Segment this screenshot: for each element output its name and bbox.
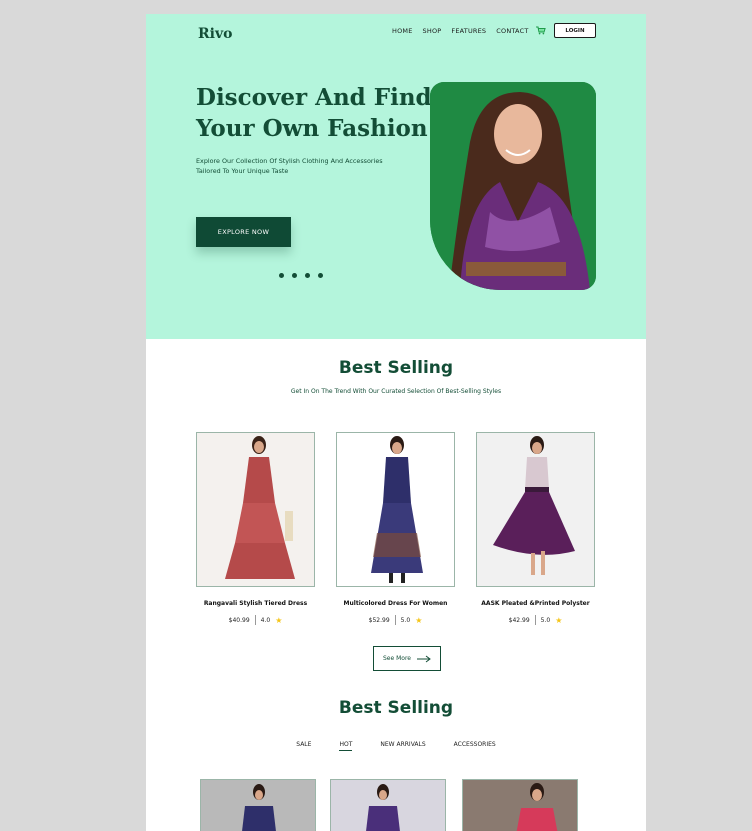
best-selling-title-2: Best Selling — [338, 698, 454, 718]
product-image[interactable] — [330, 779, 446, 831]
product-price: $52.99 — [368, 616, 390, 624]
product-name[interactable]: Multicolored Dress For Women — [336, 600, 455, 607]
nav-shop[interactable]: SHOP — [423, 27, 442, 35]
cart-icon[interactable] — [535, 25, 546, 35]
product-rating: 5.0 — [540, 616, 551, 624]
product-rating: 5.0 — [400, 616, 411, 624]
carousel-dot-3[interactable] — [305, 273, 310, 278]
product-card[interactable]: Multicolored Dress For Women $52.99 5.0 … — [336, 432, 455, 625]
see-more-button[interactable]: See More — [373, 646, 441, 671]
best-selling-title: Best Selling — [338, 358, 454, 378]
carousel-dot-4[interactable] — [318, 273, 323, 278]
tab-new-arrivals[interactable]: NEW ARRIVALS — [380, 741, 425, 751]
product-meta: $42.99 5.0 ★ — [476, 615, 595, 625]
star-icon: ★ — [555, 615, 563, 625]
nav-contact[interactable]: CONTACT — [496, 27, 528, 35]
hero-subtitle-line-1: Explore Our Collection Of Stylish Clothi… — [196, 157, 383, 165]
tab-sale[interactable]: SALE — [296, 741, 311, 751]
hero-subtitle-line-2: Tailored To Your Unique Taste — [196, 167, 289, 175]
hero-model-image — [430, 82, 596, 290]
hero-title-line-1: Discover And Find — [196, 84, 432, 111]
tab-accessories[interactable]: ACCESSORIES — [454, 741, 496, 751]
product-meta: $52.99 5.0 ★ — [336, 615, 455, 625]
carousel-dots — [279, 273, 323, 278]
landing-page: Rivo HOME SHOP FEATURES CONTACT LOGIN Di… — [146, 14, 646, 831]
product-image[interactable] — [476, 432, 595, 587]
arrow-right-icon — [416, 655, 431, 662]
logo[interactable]: Rivo — [198, 26, 232, 42]
product-price: $40.99 — [228, 616, 250, 624]
product-meta: $40.99 4.0 ★ — [196, 615, 315, 625]
product-name[interactable]: AASK Pleated &Printed Polyster — [476, 600, 595, 607]
hero-subtitle: Explore Our Collection Of Stylish Clothi… — [196, 156, 426, 176]
see-more-label: See More — [383, 655, 411, 662]
tab-hot[interactable]: HOT — [339, 741, 353, 751]
hero-section: Rivo HOME SHOP FEATURES CONTACT LOGIN Di… — [146, 14, 646, 339]
hero-title: Discover And Find Your Own Fashion — [196, 82, 436, 144]
nav-features[interactable]: FEATURES — [451, 27, 486, 35]
product-image[interactable] — [462, 779, 578, 831]
product-card[interactable]: AASK Pleated &Printed Polyster $42.99 5.… — [476, 432, 595, 625]
explore-now-button[interactable]: EXPLORE NOW — [196, 217, 291, 247]
nav-home[interactable]: HOME — [392, 27, 413, 35]
star-icon: ★ — [415, 615, 423, 625]
product-image[interactable] — [196, 432, 315, 587]
product-image[interactable] — [200, 779, 316, 831]
main-nav: HOME SHOP FEATURES CONTACT — [392, 27, 529, 35]
divider — [254, 615, 256, 625]
product-name[interactable]: Rangavali Stylish Tiered Dress — [196, 600, 315, 607]
best-selling-subtitle: Get In On The Trend With Our Curated Sel… — [290, 388, 502, 395]
product-rating: 4.0 — [260, 616, 271, 624]
divider — [534, 615, 536, 625]
carousel-dot-1[interactable] — [279, 273, 284, 278]
star-icon: ★ — [275, 615, 283, 625]
login-button[interactable]: LOGIN — [554, 23, 596, 38]
category-tabs: SALE HOT NEW ARRIVALS ACCESSORIES — [146, 741, 646, 751]
product-card[interactable]: Rangavali Stylish Tiered Dress $40.99 4.… — [196, 432, 315, 625]
carousel-dot-2[interactable] — [292, 273, 297, 278]
hero-title-line-2: Your Own Fashion — [196, 115, 428, 142]
divider — [394, 615, 396, 625]
product-image[interactable] — [336, 432, 455, 587]
product-price: $42.99 — [508, 616, 530, 624]
